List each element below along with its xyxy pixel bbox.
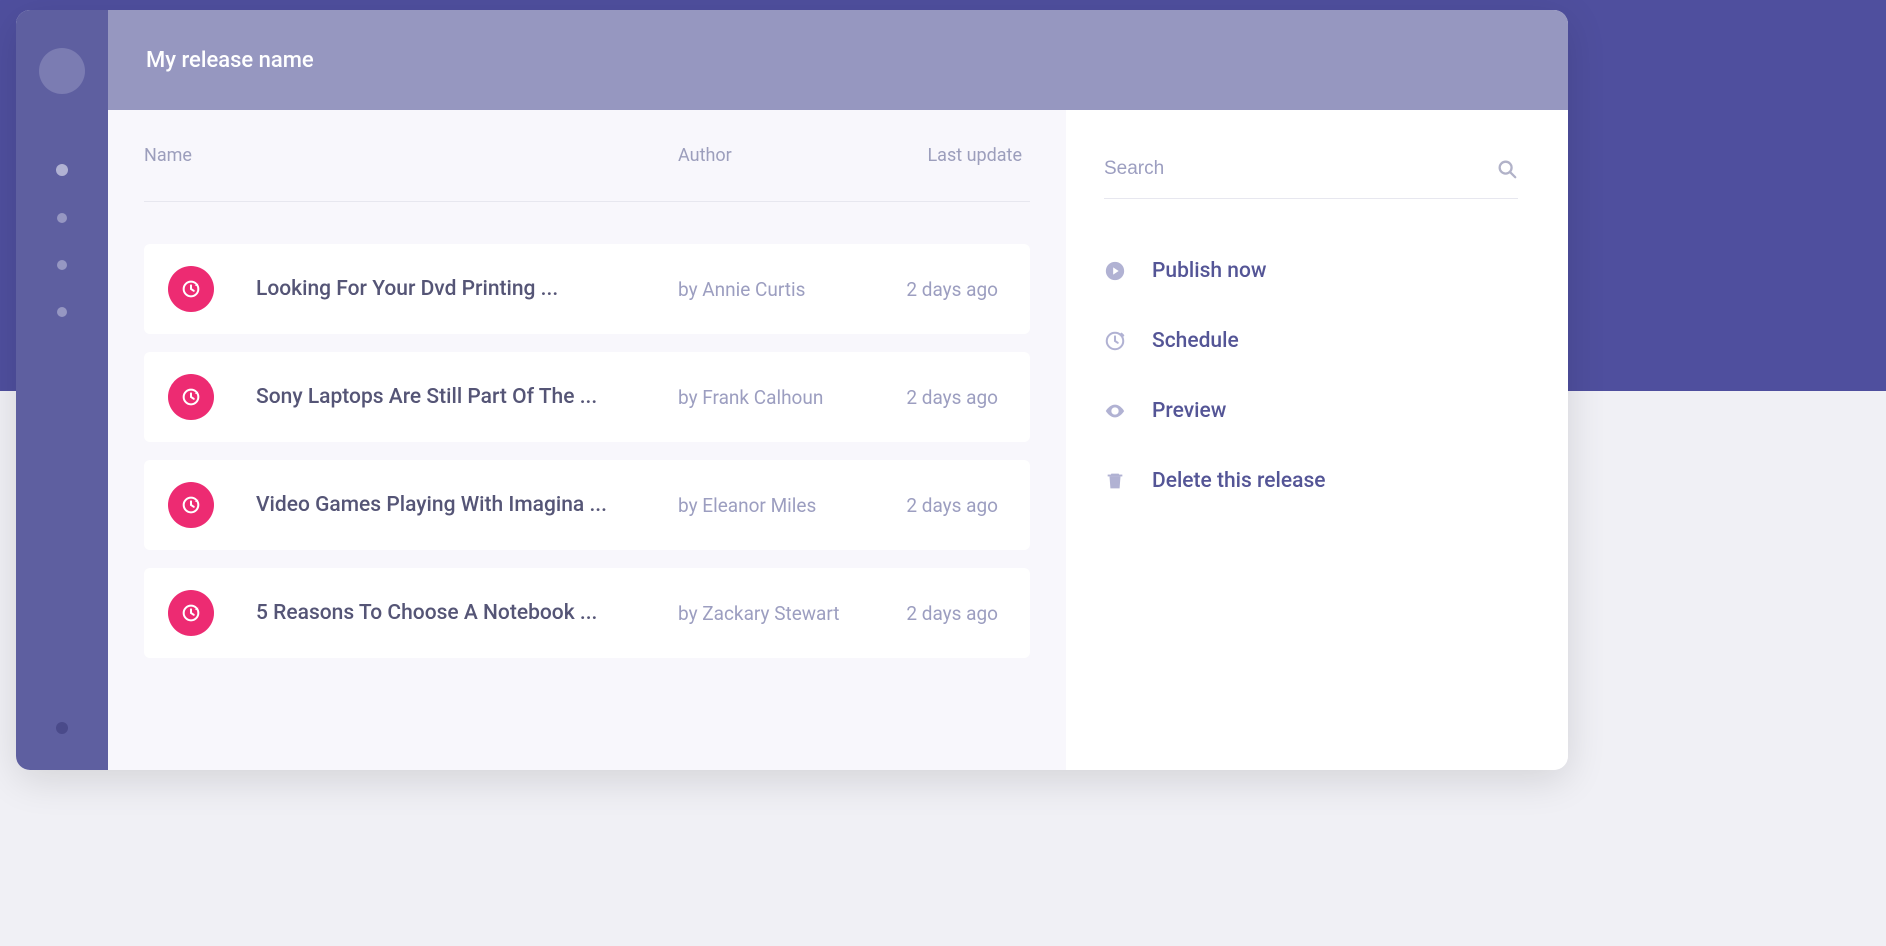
publish-button[interactable]: Publish now <box>1104 259 1518 283</box>
row-name: 5 Reasons To Choose A Notebook ... <box>256 601 678 625</box>
publish-label: Publish now <box>1152 259 1266 283</box>
table-row[interactable]: 5 Reasons To Choose A Notebook ... by Za… <box>144 568 1030 658</box>
restore-icon <box>168 374 214 420</box>
delete-button[interactable]: Delete this release <box>1104 469 1518 493</box>
nav-item-1[interactable] <box>56 164 68 176</box>
nav-item-2[interactable] <box>57 213 67 223</box>
app-window: My release name Name Author Last update … <box>16 10 1568 770</box>
restore-icon <box>168 266 214 312</box>
preview-button[interactable]: Preview <box>1104 399 1518 423</box>
row-name: Looking For Your Dvd Printing ... <box>256 277 678 301</box>
row-author: by Zackary Stewart <box>678 602 894 625</box>
row-updated: 2 days ago <box>894 386 1006 409</box>
row-name: Sony Laptops Are Still Part Of The ... <box>256 385 678 409</box>
right-panel: Publish now Schedule Preview Delete this… <box>1066 110 1568 770</box>
search-input[interactable] <box>1104 158 1496 180</box>
table-row[interactable]: Sony Laptops Are Still Part Of The ... b… <box>144 352 1030 442</box>
nav-item-4[interactable] <box>57 307 67 317</box>
header-name: Name <box>144 145 678 166</box>
row-author: by Eleanor Miles <box>678 494 894 517</box>
sidebar <box>16 10 108 770</box>
search-icon[interactable] <box>1496 158 1518 180</box>
row-updated: 2 days ago <box>894 278 1006 301</box>
delete-label: Delete this release <box>1152 469 1326 493</box>
row-author: by Annie Curtis <box>678 278 894 301</box>
page-title: My release name <box>146 48 314 73</box>
nav-item-bottom[interactable] <box>56 722 68 734</box>
row-name: Video Games Playing With Imagina ... <box>256 493 678 517</box>
row-updated: 2 days ago <box>894 602 1006 625</box>
play-circle-icon <box>1104 260 1126 282</box>
eye-icon <box>1104 400 1126 422</box>
nav-item-3[interactable] <box>57 260 67 270</box>
table-header: Name Author Last update <box>144 110 1030 202</box>
restore-icon <box>168 482 214 528</box>
avatar[interactable] <box>39 48 85 94</box>
row-author: by Frank Calhoun <box>678 386 894 409</box>
restore-icon <box>168 590 214 636</box>
table-row[interactable]: Video Games Playing With Imagina ... by … <box>144 460 1030 550</box>
schedule-button[interactable]: Schedule <box>1104 329 1518 353</box>
trash-icon <box>1104 470 1126 492</box>
header-updated: Last update <box>894 145 1030 166</box>
row-updated: 2 days ago <box>894 494 1006 517</box>
table-row[interactable]: Looking For Your Dvd Printing ... by Ann… <box>144 244 1030 334</box>
schedule-label: Schedule <box>1152 329 1239 353</box>
topbar: My release name <box>108 10 1568 110</box>
clock-icon <box>1104 330 1126 352</box>
main-content: Name Author Last update Looking For Your… <box>108 110 1066 770</box>
table-body: Looking For Your Dvd Printing ... by Ann… <box>144 202 1030 658</box>
header-author: Author <box>678 145 894 166</box>
search-container <box>1104 158 1518 199</box>
preview-label: Preview <box>1152 399 1226 423</box>
